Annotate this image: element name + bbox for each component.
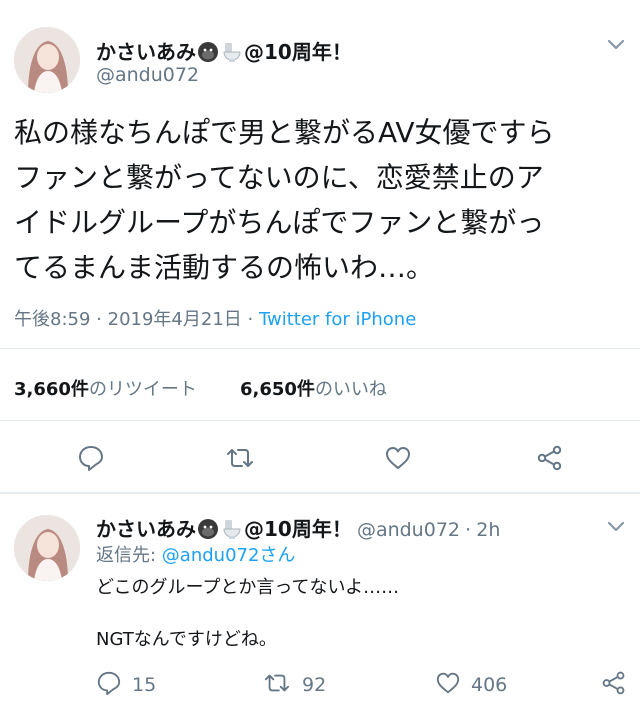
retweet-count: 3,660件 (14, 379, 89, 400)
display-name-text: かさいあみ (96, 517, 196, 541)
tweet-time[interactable]: 午後8:59 (14, 309, 90, 330)
retweet-icon (262, 670, 292, 700)
reply-age[interactable]: 2h (476, 519, 500, 541)
gorilla-emoji-icon (197, 41, 219, 63)
reply-icon[interactable] (77, 444, 105, 476)
retweet-count: 92 (302, 674, 327, 696)
reply-action[interactable]: 15 (96, 670, 156, 700)
like-label: のいいね (314, 379, 387, 400)
reply-header: かさいあみ @10周年！ @andu072 · 2h (96, 513, 500, 542)
like-count: 6,650件 (240, 379, 315, 400)
tweet-source[interactable]: Twitter for iPhone (259, 309, 416, 330)
retweet-stats[interactable]: 3,660件のリツイート (14, 375, 197, 401)
toilet-emoji-icon (221, 41, 243, 63)
reply-display-name[interactable]: かさいあみ @10周年！ (96, 517, 352, 541)
share-icon[interactable] (536, 444, 564, 476)
tweet-text-line: ファンと繋がってないのに、恋愛禁止のア (14, 161, 544, 194)
divider (0, 348, 640, 349)
retweet-icon[interactable] (224, 444, 256, 476)
tweet-text: 私の様なちんぽで男と繋がるAV女優ですら ファンと繋がってないのに、恋愛禁止のア… (14, 110, 624, 290)
chevron-down-icon[interactable] (606, 518, 626, 537)
section-divider (0, 492, 640, 494)
name-suffix: @10周年！ (244, 517, 352, 541)
like-count: 406 (471, 674, 508, 696)
display-name-text: かさいあみ (96, 40, 196, 64)
tweet-text-line: 私の様なちんぽで男と繋がるAV女優ですら (14, 116, 555, 149)
reply-text-line: NGTなんですけどね。 (96, 629, 277, 650)
divider (0, 420, 640, 421)
reply-text-line: どこのグループとか言ってないよ…… (96, 577, 400, 598)
tweet-text-line: イドルグループがちんぽでファンと繋がっ (14, 206, 545, 239)
like-action[interactable]: 406 (435, 670, 507, 700)
reply-icon (96, 670, 122, 700)
heart-icon (435, 670, 461, 700)
display-name[interactable]: かさいあみ @10周年！ (96, 36, 352, 65)
heart-icon[interactable] (384, 444, 412, 476)
name-suffix: @10周年！ (244, 40, 352, 64)
gorilla-emoji-icon (197, 518, 219, 540)
chevron-down-icon[interactable] (606, 36, 626, 55)
tweet-meta: 午後8:59 · 2019年4月21日 · Twitter for iPhone (14, 305, 416, 331)
reply-handle[interactable]: @andu072 (357, 519, 460, 541)
replying-to-prefix: 返信先: (96, 545, 162, 566)
retweet-action[interactable]: 92 (262, 670, 326, 700)
meta-separator: · (247, 309, 254, 330)
retweet-label: のリツイート (88, 379, 197, 400)
reply-avatar[interactable] (14, 515, 80, 581)
avatar[interactable] (14, 27, 80, 93)
tweet-text-line: てるまんま活動するの怖いわ…。 (14, 251, 435, 284)
tweet-date[interactable]: 2019年4月21日 (108, 309, 242, 330)
like-stats[interactable]: 6,650件のいいね (240, 375, 387, 401)
replying-to: 返信先: @andu072さん (96, 542, 295, 570)
replying-to-handle[interactable]: @andu072さん (162, 545, 296, 566)
toilet-emoji-icon (221, 518, 243, 540)
reply-count: 15 (132, 674, 157, 696)
share-icon[interactable] (601, 670, 627, 700)
handle[interactable]: @andu072 (96, 64, 199, 86)
meta-separator: · (465, 519, 472, 541)
meta-separator: · (96, 309, 102, 330)
